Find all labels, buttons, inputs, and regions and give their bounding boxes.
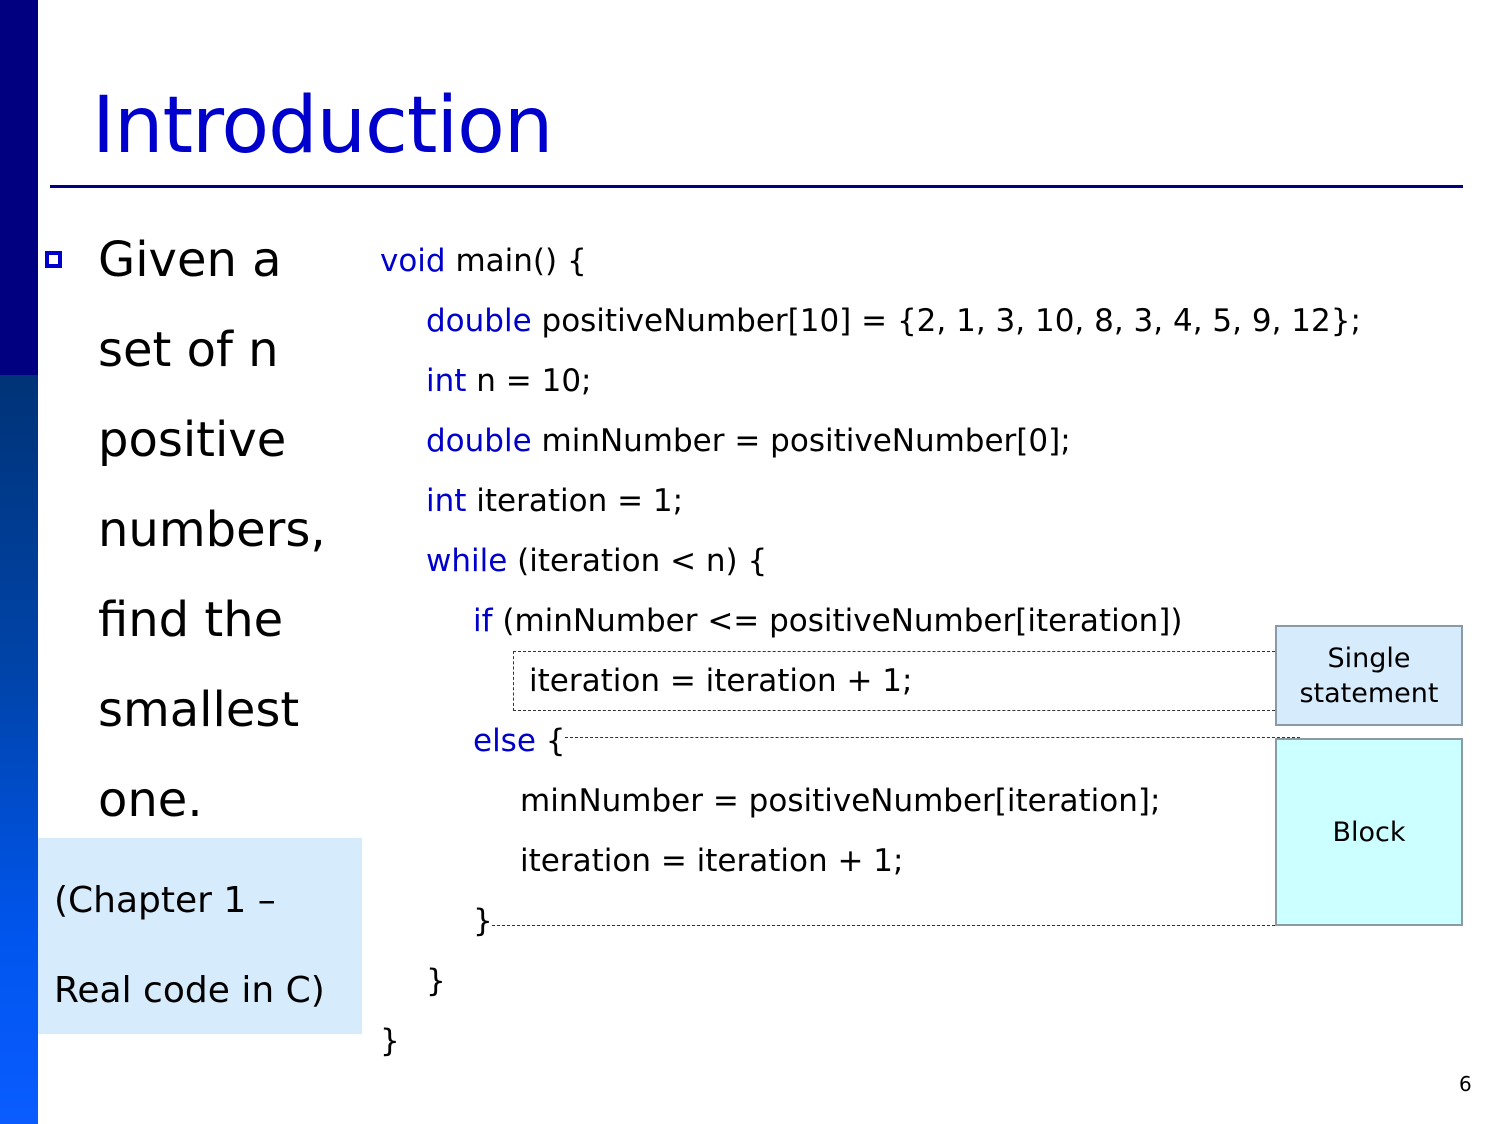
code-line: while (iteration < n) { bbox=[426, 531, 767, 591]
chapter-note-text: (Chapter 1 – Real code in C) bbox=[54, 856, 325, 1036]
hollow-square-bullet-icon bbox=[45, 251, 62, 268]
note-line: Real code in C) bbox=[54, 970, 325, 1011]
bullet-line: one. bbox=[98, 772, 203, 828]
bullet-line: Given a bbox=[98, 232, 282, 288]
single-statement-label-line: statement bbox=[1299, 677, 1439, 709]
code-keyword: else bbox=[473, 723, 536, 759]
sidebar-accent-top bbox=[0, 0, 38, 375]
bullet-text: Given a set of n positive numbers, find … bbox=[98, 215, 358, 845]
code-line: iteration = iteration + 1; bbox=[529, 651, 912, 711]
code-text: (minNumber <= positiveNumber[iteration]) bbox=[492, 603, 1183, 639]
slide-title: Introduction bbox=[92, 81, 553, 171]
single-statement-label-line: Single bbox=[1327, 642, 1411, 674]
code-line: iteration = iteration + 1; bbox=[520, 831, 903, 891]
code-line: else { bbox=[473, 711, 566, 771]
code-text: iteration = iteration + 1; bbox=[529, 663, 913, 699]
code-text: } bbox=[426, 963, 446, 999]
title-divider bbox=[50, 185, 1463, 188]
code-text: } bbox=[380, 1023, 400, 1059]
code-line: } bbox=[426, 951, 446, 1011]
code-keyword: int bbox=[426, 483, 467, 519]
code-line: } bbox=[473, 891, 493, 951]
code-line: double minNumber = positiveNumber[0]; bbox=[426, 411, 1071, 471]
bullet-line: set of n bbox=[98, 322, 279, 378]
code-text: iteration = iteration + 1; bbox=[520, 843, 904, 879]
code-keyword: double bbox=[426, 303, 532, 339]
code-keyword: void bbox=[380, 243, 446, 279]
code-text: (iteration < n) { bbox=[507, 543, 768, 579]
block-end-dashed-line bbox=[492, 925, 1300, 926]
code-text: main() { bbox=[445, 243, 587, 279]
code-line: minNumber = positiveNumber[iteration]; bbox=[520, 771, 1160, 831]
code-line: void main() { bbox=[380, 231, 587, 291]
code-text: { bbox=[535, 723, 566, 759]
code-keyword: int bbox=[426, 363, 467, 399]
sidebar-accent-gradient bbox=[0, 375, 38, 1124]
code-line: int n = 10; bbox=[426, 351, 592, 411]
code-keyword: if bbox=[473, 603, 493, 639]
bullet-line: numbers, bbox=[98, 502, 326, 558]
code-line: } bbox=[380, 1011, 400, 1071]
bullet-line: positive bbox=[98, 412, 287, 468]
code-keyword: double bbox=[426, 423, 532, 459]
code-text: } bbox=[473, 903, 493, 939]
code-line: if (minNumber <= positiveNumber[iteratio… bbox=[473, 591, 1183, 651]
single-statement-label: Single statement bbox=[1275, 625, 1463, 726]
code-text: n = 10; bbox=[466, 363, 592, 399]
code-text: iteration = 1; bbox=[466, 483, 684, 519]
page-number: 6 bbox=[1459, 1072, 1472, 1096]
block-label-text: Block bbox=[1332, 816, 1406, 848]
block-start-dashed-line bbox=[565, 737, 1300, 738]
code-line: double positiveNumber[10] = {2, 1, 3, 10… bbox=[426, 291, 1361, 351]
code-text: positiveNumber[10] = {2, 1, 3, 10, 8, 3,… bbox=[531, 303, 1361, 339]
code-text: minNumber = positiveNumber[iteration]; bbox=[520, 783, 1161, 819]
code-keyword: while bbox=[426, 543, 508, 579]
note-line: (Chapter 1 – bbox=[54, 880, 276, 921]
bullet-line: find the bbox=[98, 592, 284, 648]
code-text: minNumber = positiveNumber[0]; bbox=[531, 423, 1071, 459]
block-label: Block bbox=[1275, 738, 1463, 926]
code-line: int iteration = 1; bbox=[426, 471, 683, 531]
bullet-line: smallest bbox=[98, 682, 300, 738]
